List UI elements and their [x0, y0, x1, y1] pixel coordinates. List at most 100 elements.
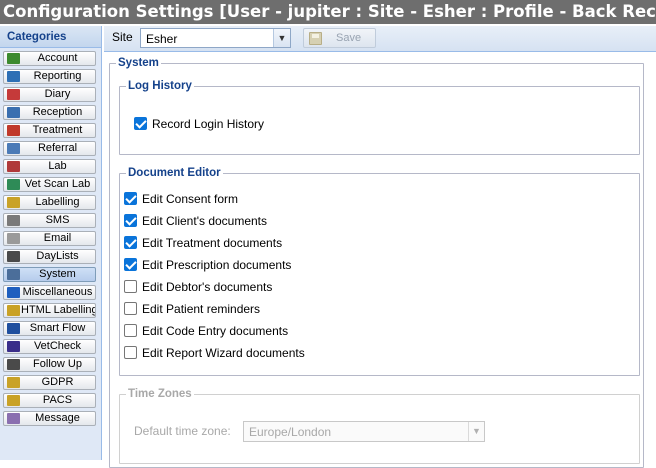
- document-editor-fieldset: Document Editor Edit Consent form Edit Cl…: [119, 166, 640, 376]
- sidebar-item-reporting[interactable]: Reporting: [3, 69, 96, 84]
- default-time-zone-select[interactable]: Europe/London ▼: [243, 421, 485, 442]
- html-labelling-icon: [7, 305, 20, 316]
- checkbox-unchecked[interactable]: [124, 324, 137, 337]
- checkbox-unchecked[interactable]: [124, 280, 137, 293]
- checkbox-label: Edit Treatment documents: [142, 236, 283, 250]
- checkbox-checked[interactable]: [124, 258, 137, 271]
- sidebar-item-label: Referral: [37, 142, 78, 154]
- sidebar-item-email[interactable]: Email: [3, 231, 96, 246]
- sidebar-item-label: System: [39, 268, 76, 280]
- floppy-disk-icon: [309, 32, 322, 45]
- sidebar-item-daylists[interactable]: DayLists: [3, 249, 96, 264]
- sidebar-item-label: Reception: [32, 106, 83, 118]
- sidebar-item-label: Smart Flow: [29, 322, 86, 334]
- sidebar-item-label: VetCheck: [33, 340, 82, 352]
- sidebar-item-label: Miscellaneous: [22, 286, 93, 298]
- checkbox-checked[interactable]: [124, 236, 137, 249]
- treatment-icon: [7, 125, 20, 136]
- sidebar-item-diary[interactable]: Diary: [3, 87, 96, 102]
- sidebar-item-label: Reporting: [33, 70, 82, 82]
- miscellaneous-icon: [7, 287, 20, 298]
- sidebar-item-smart-flow[interactable]: Smart Flow: [3, 321, 96, 336]
- categories-sidebar: Categories Account Reporting Diary Receptio…: [0, 26, 102, 460]
- document-editor-title: Document Editor: [126, 166, 223, 180]
- chevron-down-icon[interactable]: ▼: [468, 422, 484, 441]
- sidebar-item-label: Follow Up: [33, 358, 82, 370]
- sidebar-item-follow-up[interactable]: Follow Up: [3, 357, 96, 372]
- site-select[interactable]: Esher ▼: [140, 28, 291, 48]
- sms-icon: [7, 215, 20, 226]
- lab-icon: [7, 161, 20, 172]
- sidebar-item-label: Email: [43, 232, 72, 244]
- labelling-icon: [7, 197, 20, 208]
- checkbox-checked[interactable]: [124, 192, 137, 205]
- sidebar-item-label: PACS: [42, 394, 73, 406]
- checkbox-checked[interactable]: [124, 214, 137, 227]
- sidebar-item-treatment[interactable]: Treatment: [3, 123, 96, 138]
- default-time-zone-value: Europe/London: [249, 425, 332, 439]
- sidebar-item-message[interactable]: Message: [3, 411, 96, 426]
- diary-icon: [7, 89, 20, 100]
- gdpr-icon: [7, 377, 20, 388]
- categories-header: Categories: [0, 26, 101, 48]
- reporting-icon: [7, 71, 20, 82]
- pacs-icon: [7, 395, 20, 406]
- site-label: Site: [112, 30, 133, 44]
- sidebar-item-label: Lab: [48, 160, 67, 172]
- follow-up-icon: [7, 359, 20, 370]
- sidebar-item-label: Labelling: [35, 196, 80, 208]
- window-title: Configuration Settings [User - jupiter :…: [0, 0, 656, 24]
- sidebar-item-label: HTML Labelling: [21, 304, 96, 316]
- sidebar-item-labelling[interactable]: Labelling: [3, 195, 96, 210]
- sidebar-item-label: GDPR: [41, 376, 74, 388]
- checkbox-label: Edit Debtor's documents: [142, 280, 273, 294]
- sidebar-item-label: Diary: [44, 88, 71, 100]
- sidebar-item-pacs[interactable]: PACS: [3, 393, 96, 408]
- checkbox-label: Edit Consent form: [142, 192, 239, 206]
- sidebar-item-referral[interactable]: Referral: [3, 141, 96, 156]
- main-panel: Site Esher ▼ Save System Log History Rec…: [104, 26, 656, 468]
- checkbox-unchecked[interactable]: [124, 346, 137, 359]
- time-zones-title: Time Zones: [126, 387, 194, 401]
- sidebar-item-sms[interactable]: SMS: [3, 213, 96, 228]
- checkbox-label: Edit Client's documents: [142, 214, 268, 228]
- toolbar: Site Esher ▼ Save: [104, 26, 656, 52]
- checkbox-label: Edit Code Entry documents: [142, 324, 289, 338]
- checkbox-unchecked[interactable]: [124, 302, 137, 315]
- system-icon: [7, 269, 20, 280]
- sidebar-item-gdpr[interactable]: GDPR: [3, 375, 96, 390]
- checkbox-checked[interactable]: [134, 117, 147, 130]
- sidebar-item-label: Vet Scan Lab: [24, 178, 91, 190]
- sidebar-item-label: Message: [35, 412, 80, 424]
- default-time-zone-label: Default time zone:: [134, 424, 231, 438]
- site-select-value: Esher: [146, 32, 178, 46]
- daylists-icon: [7, 251, 20, 262]
- sidebar-item-account[interactable]: Account: [3, 51, 96, 66]
- message-icon: [7, 413, 20, 424]
- chevron-down-icon[interactable]: ▼: [273, 29, 290, 47]
- reception-icon: [7, 107, 20, 118]
- sidebar-item-label: DayLists: [36, 250, 79, 262]
- sidebar-item-system[interactable]: System: [3, 267, 96, 282]
- checkbox-label: Edit Patient reminders: [142, 302, 261, 316]
- sidebar-item-lab[interactable]: Lab: [3, 159, 96, 174]
- log-history-title: Log History: [126, 79, 194, 93]
- sidebar-item-miscellaneous[interactable]: Miscellaneous: [3, 285, 96, 300]
- sidebar-item-vetcheck[interactable]: VetCheck: [3, 339, 96, 354]
- email-icon: [7, 233, 20, 244]
- save-button-label: Save: [336, 32, 362, 44]
- smart-flow-icon: [7, 323, 20, 334]
- sidebar-item-label: Treatment: [32, 124, 83, 136]
- sidebar-item-reception[interactable]: Reception: [3, 105, 96, 120]
- checkbox-label: Record Login History: [152, 117, 265, 131]
- sidebar-item-html-labelling[interactable]: HTML Labelling: [3, 303, 96, 318]
- vetcheck-icon: [7, 341, 20, 352]
- save-button[interactable]: Save: [303, 28, 376, 48]
- sidebar-item-vet-scan-lab[interactable]: Vet Scan Lab: [3, 177, 96, 192]
- sidebar-item-label: SMS: [45, 214, 70, 226]
- vet-scan-lab-icon: [7, 179, 20, 190]
- referral-icon: [7, 143, 20, 154]
- checkbox-label: Edit Prescription documents: [142, 258, 292, 272]
- checkbox-label: Edit Report Wizard documents: [142, 346, 305, 360]
- system-fieldset-title: System: [116, 56, 161, 70]
